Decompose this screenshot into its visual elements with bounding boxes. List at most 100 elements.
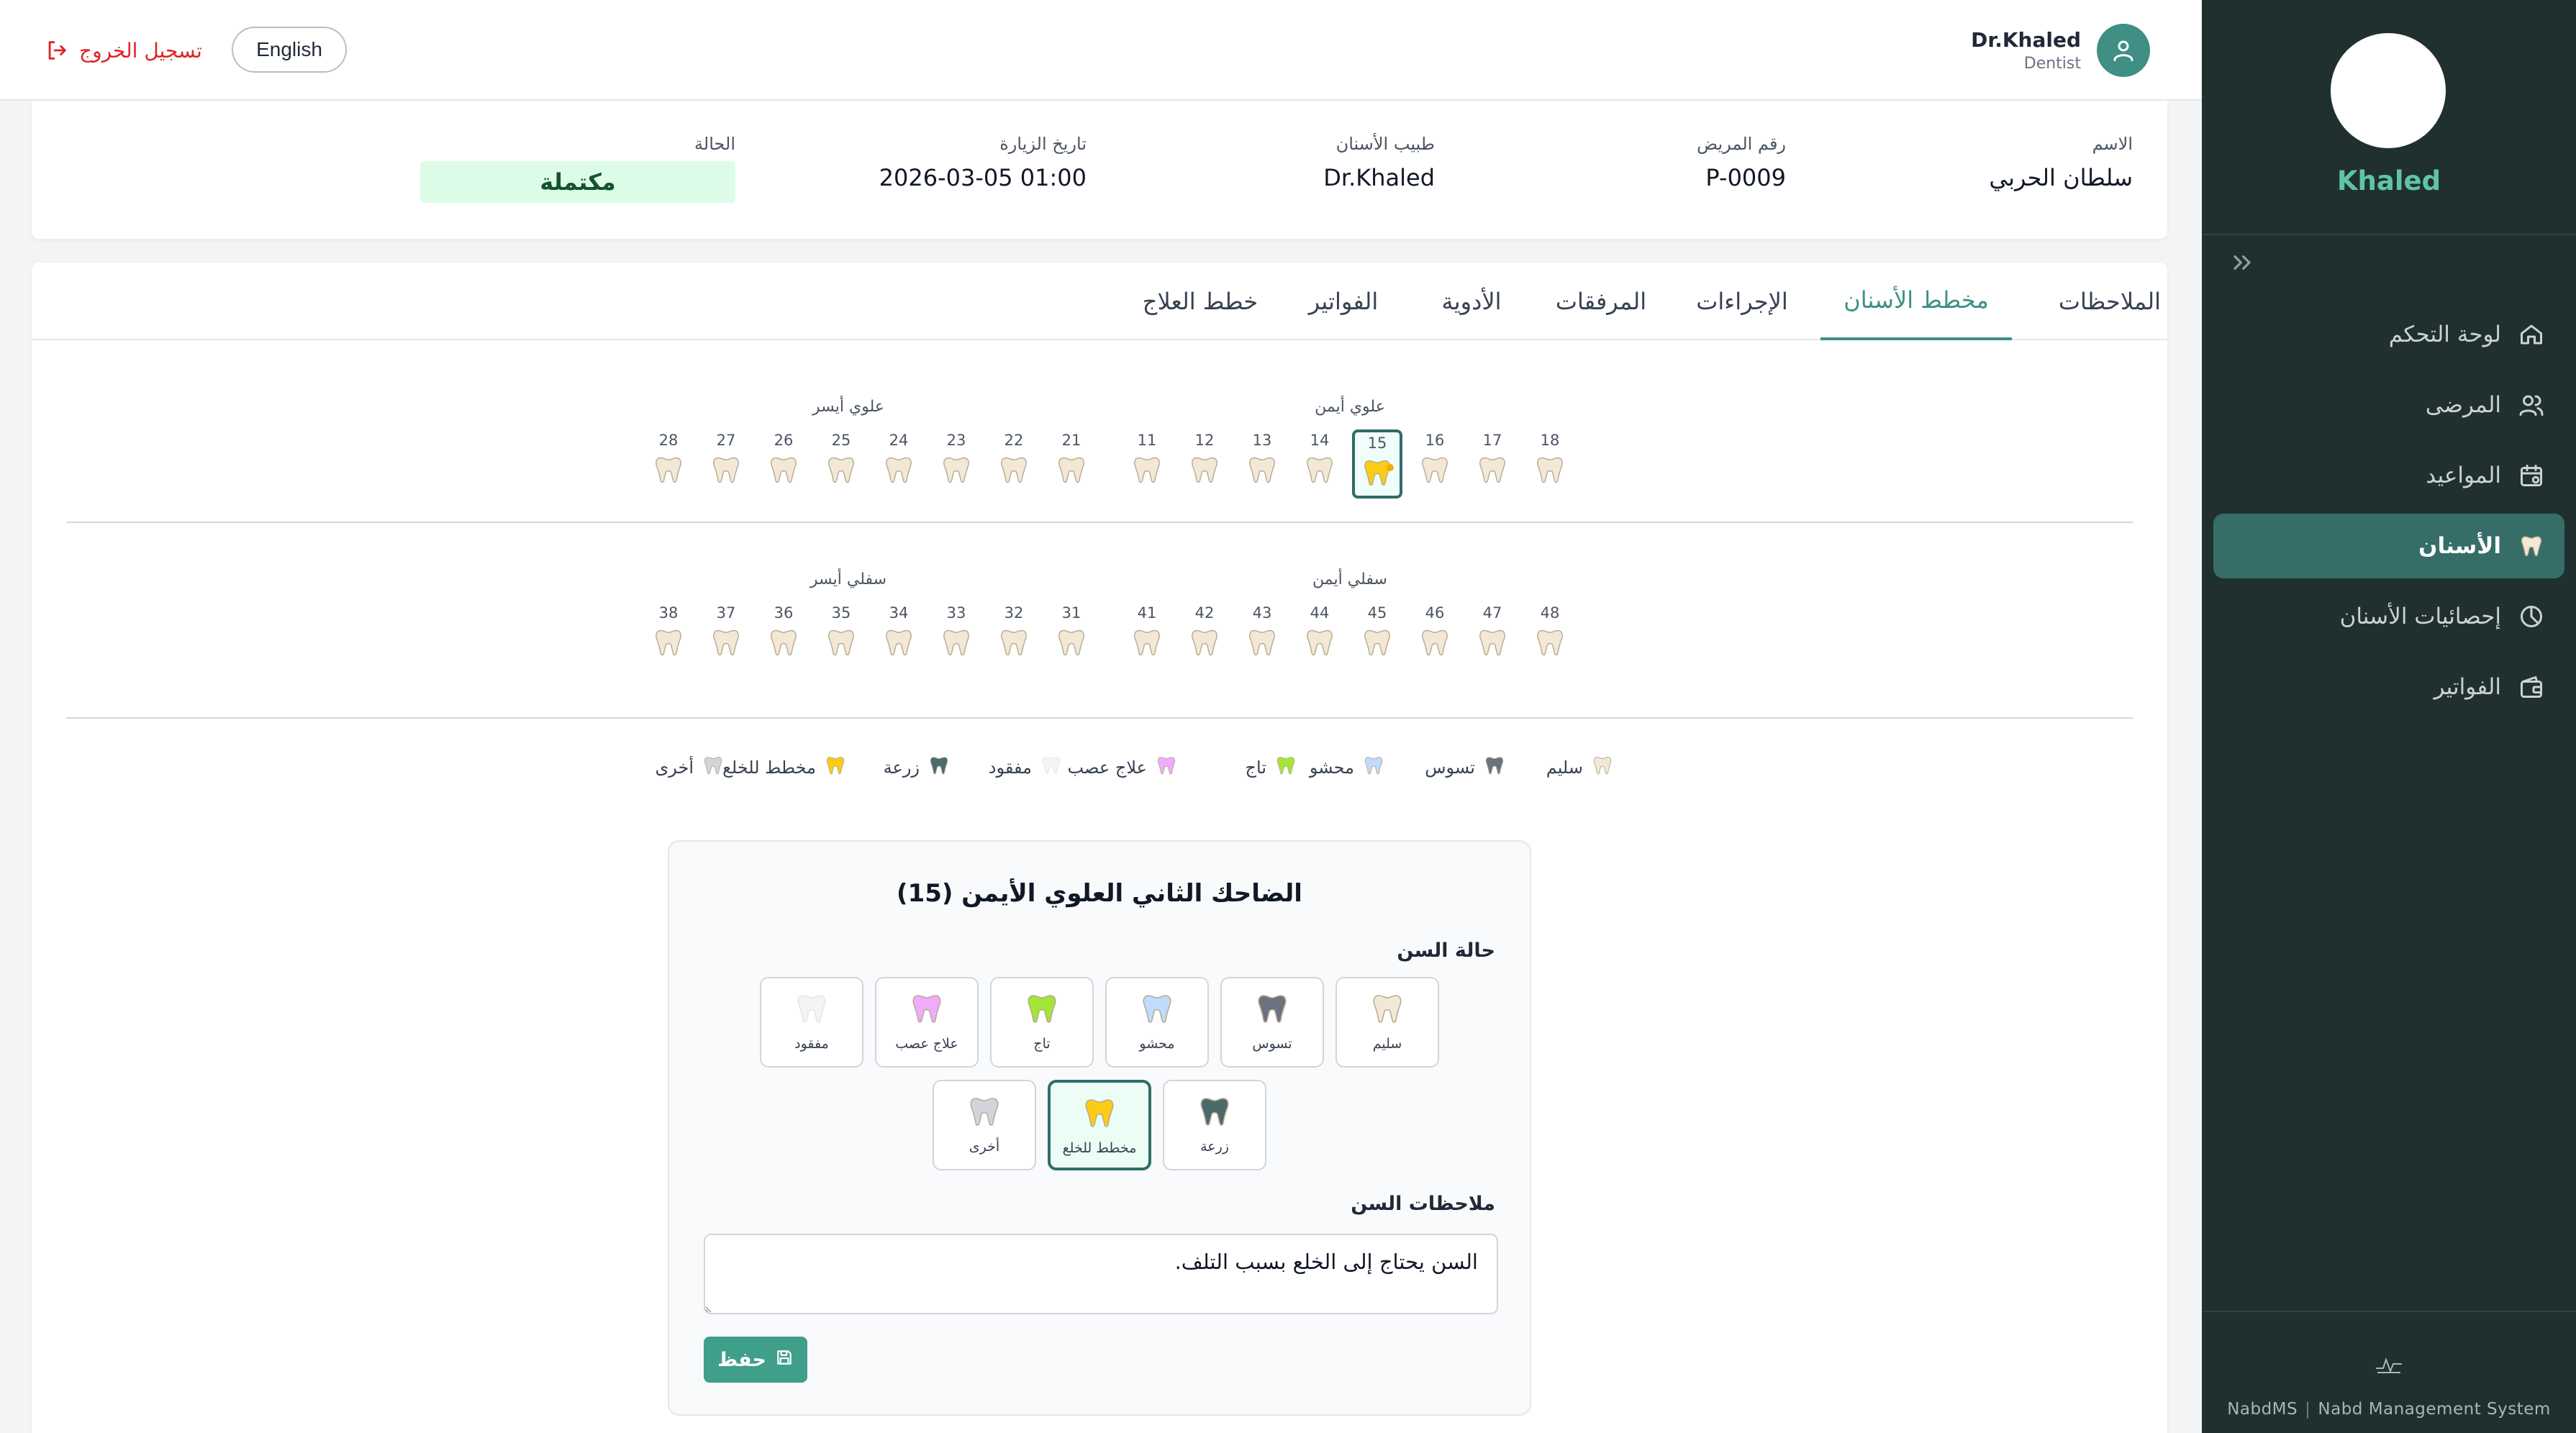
tooth-status-label: حالة السن <box>1397 940 1495 962</box>
condition-option[interactable]: تاج <box>990 977 1094 1068</box>
tooth-number: 31 <box>1061 604 1081 622</box>
condition-option[interactable]: محشو <box>1105 977 1209 1068</box>
tooth-notes-label: ملاحظات السن <box>1351 1193 1495 1215</box>
tooth-11[interactable]: 11 <box>1122 429 1172 499</box>
sidebar-item-label: إحصائيات الأسنان <box>2339 604 2501 629</box>
tooth-38[interactable]: 38 <box>643 602 694 671</box>
logout-label: تسجيل الخروج <box>79 38 202 63</box>
tooth-17[interactable]: 17 <box>1467 429 1518 499</box>
pie-chart-icon <box>2517 602 2546 631</box>
sidebar-item-invoices[interactable]: الفواتير <box>2213 655 2564 719</box>
quadrant-label-lower-right: سفلي أيمن <box>1312 570 1387 588</box>
sidebar-item-patients[interactable]: المرضى <box>2213 373 2564 437</box>
quadrant-label-upper-right: علوي أيمن <box>1315 398 1385 416</box>
quadrant-label-upper-left: علوي أيسر <box>812 398 884 416</box>
sidebar: Khaled لوحة التحكم المرضى المواعيد الأسن… <box>2202 0 2576 1433</box>
tooth-13[interactable]: 13 <box>1237 429 1287 499</box>
tooth-detail-title: الضاحك الثاني العلوي الأيمن (15) <box>897 879 1302 908</box>
condition-label: زرعة <box>1200 1139 1229 1155</box>
user-avatar-icon[interactable] <box>2097 24 2150 77</box>
language-button[interactable]: English <box>232 27 347 73</box>
save-button[interactable]: حفظ <box>704 1337 807 1383</box>
tooth-43[interactable]: 43 <box>1237 602 1287 671</box>
tooth-37[interactable]: 37 <box>701 602 751 671</box>
tooth-icon <box>1032 755 1062 781</box>
tooth-icon <box>1237 627 1287 658</box>
tab-bar: الملاحظات مخطط الأسنان الإجراءات المرفقا… <box>32 263 2167 340</box>
tab-medications[interactable]: الأدوية <box>1425 263 1518 340</box>
tab-attachments[interactable]: المرفقات <box>1547 263 1655 340</box>
tooth-12[interactable]: 12 <box>1179 429 1230 499</box>
tooth-icon <box>1583 755 1613 781</box>
tab-treatment-plans[interactable]: خطط العلاج <box>1135 263 1265 340</box>
legend-label: علاج عصب <box>1067 758 1147 778</box>
legend-label: تاج <box>1245 758 1266 778</box>
condition-label: أخرى <box>969 1139 1000 1155</box>
visit-date-label: تاريخ الزيارة <box>999 134 1087 154</box>
wallet-icon <box>2517 673 2546 701</box>
tooth-25[interactable]: 25 <box>816 429 866 499</box>
tab-procedures[interactable]: الإجراءات <box>1688 263 1796 340</box>
tab-dental-chart[interactable]: مخطط الأسنان <box>1820 263 2012 340</box>
tooth-36[interactable]: 36 <box>758 602 809 671</box>
tooth-number: 28 <box>658 432 679 449</box>
tooth-34[interactable]: 34 <box>874 602 924 671</box>
tooth-14[interactable]: 14 <box>1294 429 1345 499</box>
tooth-45[interactable]: 45 <box>1352 602 1402 671</box>
user-block[interactable]: Dr.Khaled Dentist <box>1971 23 2150 78</box>
tooth-47[interactable]: 47 <box>1467 602 1518 671</box>
tooth-41[interactable]: 41 <box>1122 602 1172 671</box>
tooth-number: 37 <box>716 604 736 622</box>
dentist-field: طبيب الأسنان Dr.Khaled <box>1323 134 1435 191</box>
sidebar-item-dashboard[interactable]: لوحة التحكم <box>2213 302 2564 367</box>
tooth-46[interactable]: 46 <box>1410 602 1460 671</box>
tooth-number: 23 <box>946 432 966 449</box>
legend-item: تاج <box>1246 755 1297 781</box>
tooth-number: 24 <box>889 432 909 449</box>
tooth-23[interactable]: 23 <box>931 429 981 499</box>
tab-notes[interactable]: الملاحظات <box>2052 263 2167 340</box>
condition-option[interactable]: مخطط للخلع <box>1048 1080 1151 1170</box>
patient-number-value: P-0009 <box>1705 164 1786 191</box>
tooth-15[interactable]: 15 <box>1352 429 1402 499</box>
tooth-42[interactable]: 42 <box>1179 602 1230 671</box>
condition-option[interactable]: تسوس <box>1220 977 1324 1068</box>
tooth-31[interactable]: 31 <box>1046 602 1097 671</box>
profile-avatar <box>2331 33 2446 148</box>
tooth-44[interactable]: 44 <box>1294 602 1345 671</box>
tooth-26[interactable]: 26 <box>758 429 809 499</box>
condition-option[interactable]: سليم <box>1335 977 1439 1068</box>
tooth-27[interactable]: 27 <box>701 429 751 499</box>
tooth-24[interactable]: 24 <box>874 429 924 499</box>
tooth-notes-input[interactable]: السن يحتاج إلى الخلع بسبب التلف. <box>704 1234 1498 1314</box>
footer-brand: NabdMS | Nabd Management System <box>2202 1400 2576 1419</box>
sidebar-item-label: الأسنان <box>2418 533 2501 559</box>
legend-item: سليم <box>1546 755 1613 781</box>
patient-number-field: رقم المريض P-0009 <box>1697 134 1786 191</box>
condition-option[interactable]: أخرى <box>933 1080 1036 1170</box>
condition-option[interactable]: مفقود <box>760 977 863 1068</box>
condition-option[interactable]: علاج عصب <box>875 977 979 1068</box>
tooth-22[interactable]: 22 <box>989 429 1039 499</box>
legend-item: أخرى <box>655 755 724 781</box>
chevrons-right-icon[interactable] <box>2228 248 2257 277</box>
dentist-label: طبيب الأسنان <box>1335 134 1435 154</box>
tooth-32[interactable]: 32 <box>989 602 1039 671</box>
tooth-28[interactable]: 28 <box>643 429 694 499</box>
logout-button[interactable]: تسجيل الخروج <box>45 35 202 66</box>
sidebar-item-teeth-stats[interactable]: إحصائيات الأسنان <box>2213 584 2564 649</box>
tooth-18[interactable]: 18 <box>1525 429 1575 499</box>
tooth-icon <box>931 454 981 486</box>
sidebar-item-appointments[interactable]: المواعيد <box>2213 443 2564 508</box>
tooth-16[interactable]: 16 <box>1410 429 1460 499</box>
tooth-icon <box>1122 454 1172 486</box>
condition-option[interactable]: زرعة <box>1163 1080 1266 1170</box>
tooth-number: 15 <box>1367 435 1387 452</box>
tab-invoices[interactable]: الفواتير <box>1297 263 1390 340</box>
tooth-35[interactable]: 35 <box>816 602 866 671</box>
tooth-48[interactable]: 48 <box>1525 602 1575 671</box>
tooth-33[interactable]: 33 <box>931 602 981 671</box>
tooth-21[interactable]: 21 <box>1046 429 1097 499</box>
home-icon <box>2517 320 2546 349</box>
sidebar-item-teeth[interactable]: الأسنان <box>2213 514 2564 578</box>
